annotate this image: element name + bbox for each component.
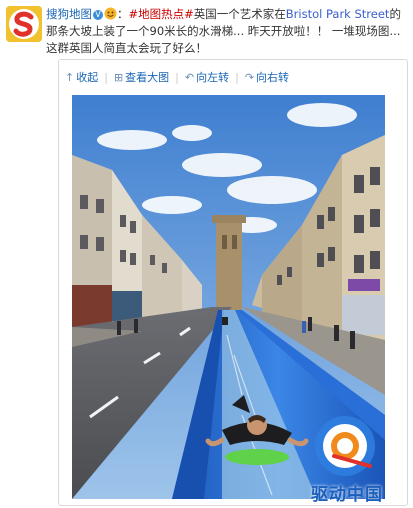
user-name-link[interactable]: 搜狗地图: [46, 7, 92, 21]
zoom-icon: ⊞: [113, 70, 124, 84]
rotate-right-icon: ↷: [244, 70, 255, 84]
image-toolbar: ↑ 收起 | ⊞ 查看大图 | ↶ 向左转 | ↷ 向右转: [65, 68, 289, 86]
collapse-arrow-icon: ↑: [65, 70, 75, 84]
post-text: 搜狗地图 V ：#地图热点#英国一个艺术家在Bristol Park Street的…: [46, 6, 406, 57]
colon-text: ：: [117, 7, 129, 21]
toolbar-divider: |: [235, 70, 239, 84]
hashtag-link[interactable]: #地图热点#: [129, 7, 194, 21]
view-large-button[interactable]: ⊞ 查看大图: [114, 69, 169, 85]
smiley-emoji-icon: [104, 7, 117, 20]
qd-logo-icon: [315, 416, 375, 476]
rotate-right-button[interactable]: ↷ 向右转: [245, 69, 289, 85]
collapse-button[interactable]: ↑ 收起: [65, 69, 98, 85]
watermark-logo: 驱动中国: [282, 408, 410, 506]
post-text-part-1: 英国一个艺术家在: [193, 7, 286, 21]
watermark-text: 驱动中国: [311, 485, 383, 505]
sogou-logo-icon: [6, 6, 42, 42]
toolbar-divider: |: [175, 70, 179, 84]
user-avatar[interactable]: [6, 6, 42, 42]
toolbar-divider: |: [104, 70, 108, 84]
verified-badge-icon: V: [93, 9, 103, 20]
rotate-left-button[interactable]: ↶ 向左转: [185, 69, 229, 85]
collapse-label: 收起: [76, 71, 99, 84]
rotate-left-icon: ↶: [184, 70, 195, 84]
view-large-label: 查看大图: [125, 71, 170, 84]
rotate-left-label: 向左转: [196, 71, 230, 84]
place-link[interactable]: Bristol Park Street: [286, 7, 390, 21]
rotate-right-label: 向右转: [256, 71, 290, 84]
